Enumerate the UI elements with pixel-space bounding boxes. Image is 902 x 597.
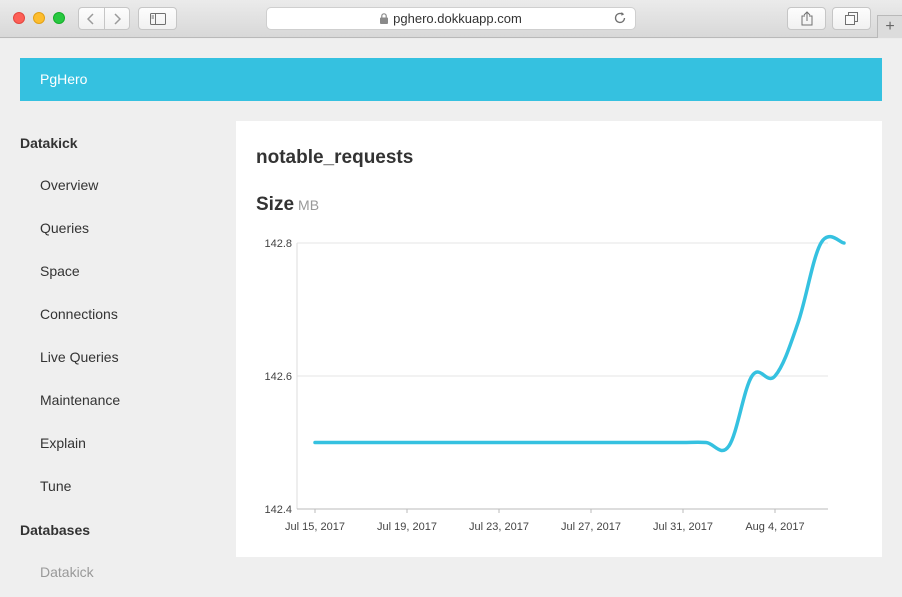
database-heading: Datakick (20, 135, 78, 151)
database-item-datakick[interactable]: Datakick (40, 564, 94, 580)
close-window-button[interactable] (13, 12, 25, 24)
databases-heading: Databases (20, 522, 91, 538)
sidebar-item-live-queries[interactable]: Live Queries (40, 349, 119, 365)
page-title: notable_requests (256, 147, 414, 168)
sidebar-item-maintenance[interactable]: Maintenance (40, 392, 120, 408)
share-button[interactable] (787, 7, 826, 30)
app-header: PgHero (20, 58, 882, 101)
browser-toolbar: pghero.dokkuapp.com + (0, 0, 902, 38)
size-unit: MB (298, 197, 320, 213)
x-tick-label: Jul 19, 2017 (377, 521, 437, 533)
chevron-right-icon (114, 12, 121, 25)
sidebar-item-space[interactable]: Space (40, 263, 80, 279)
x-tick-label: Aug 4, 2017 (745, 521, 804, 533)
zoom-window-button[interactable] (53, 12, 65, 24)
tabs-overview-button[interactable] (832, 7, 871, 30)
size-title: Size (256, 194, 295, 215)
x-tick-label: Jul 15, 2017 (285, 521, 345, 533)
address-bar[interactable]: pghero.dokkuapp.com (266, 7, 636, 30)
brand-link[interactable]: PgHero (40, 71, 87, 87)
new-tab-button[interactable]: + (877, 15, 902, 38)
sidebar-toggle-button[interactable] (138, 7, 177, 30)
chevron-left-icon (87, 12, 94, 25)
page: PgHero Datakick Overview Queries Space C… (0, 39, 902, 597)
size-chart: 142.4 142.6 142.8 Jul 15, 2017 Jul 19, 2017 J… (264, 234, 846, 533)
y-tick-label: 142.8 (264, 238, 292, 250)
size-series-line (313, 234, 846, 453)
forward-button[interactable] (103, 8, 130, 29)
x-tick-label: Jul 31, 2017 (653, 521, 713, 533)
table-detail-panel: notable_requests Size MB 142.4 142.6 142.8 J… (236, 121, 882, 557)
y-tick-label: 142.6 (264, 371, 292, 383)
lock-icon (380, 13, 389, 24)
size-heading: Size MB (256, 194, 319, 216)
tabs-icon (845, 12, 858, 25)
back-button[interactable] (79, 8, 104, 29)
x-tick-label: Jul 27, 2017 (561, 521, 621, 533)
sidebar-item-connections[interactable]: Connections (40, 306, 118, 322)
history-nav (78, 7, 130, 30)
plus-icon: + (885, 18, 895, 35)
reload-icon[interactable] (613, 11, 627, 25)
y-tick-label: 142.4 (264, 504, 292, 516)
sidebar-item-queries[interactable]: Queries (40, 220, 89, 236)
x-tick-label: Jul 23, 2017 (469, 521, 529, 533)
sidebar-icon (149, 12, 166, 25)
sidebar-item-explain[interactable]: Explain (40, 435, 86, 451)
minimize-window-button[interactable] (33, 12, 45, 24)
share-icon (801, 11, 812, 26)
url-text: pghero.dokkuapp.com (393, 11, 522, 26)
sidebar-item-overview[interactable]: Overview (40, 177, 98, 193)
sidebar-item-tune[interactable]: Tune (40, 478, 71, 494)
